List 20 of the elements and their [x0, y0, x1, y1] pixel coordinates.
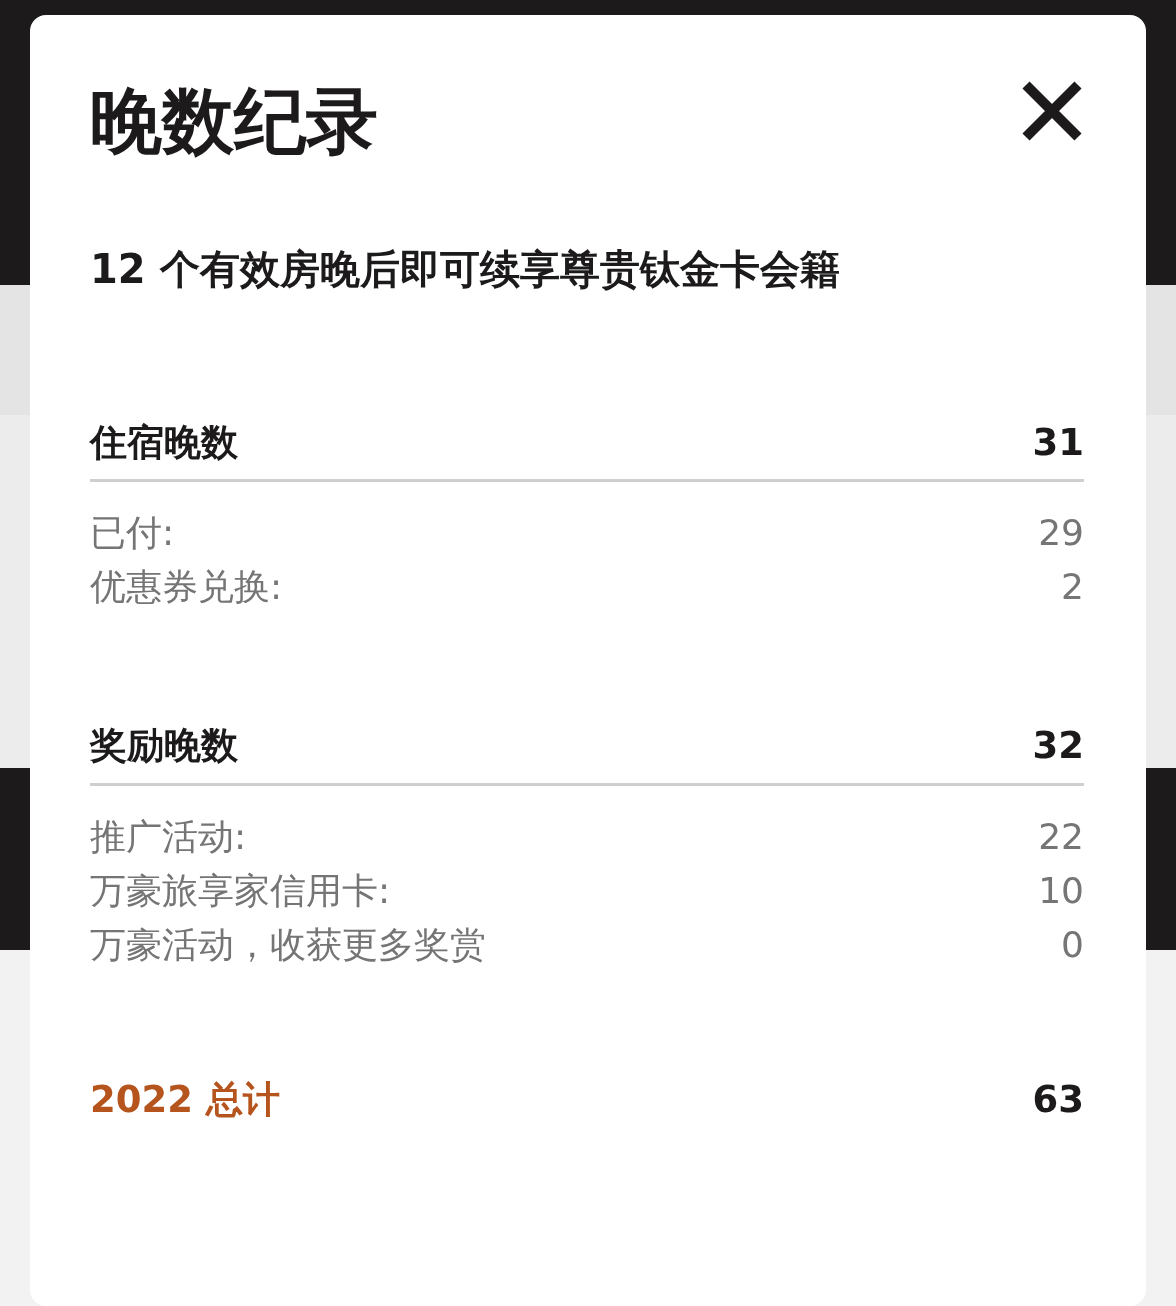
row-value: 10	[1038, 868, 1084, 913]
row-label: 优惠券兑换:	[90, 565, 283, 610]
row-value: 29	[1038, 511, 1084, 556]
subtitle-text: 12 个有效房晚后即可续享尊贵钛金卡会籍	[90, 245, 841, 293]
section-heading: 奖励晚数	[90, 724, 238, 769]
row-value: 2	[1061, 565, 1084, 610]
row-label: 推广活动:	[90, 814, 247, 859]
close-button[interactable]	[1020, 79, 1084, 143]
total-value: 63	[1032, 1077, 1084, 1123]
dialog-title: 晚数纪录	[90, 85, 378, 157]
row-value: 22	[1038, 814, 1084, 859]
section-total: 31	[1032, 421, 1084, 466]
close-icon	[1020, 79, 1084, 143]
row-label: 已付:	[90, 511, 175, 556]
total-label: 2022 总计	[90, 1076, 280, 1123]
row-label: 万豪旅享家信用卡:	[90, 868, 391, 913]
section-heading: 住宿晚数	[90, 421, 238, 466]
row-label: 万豪活动，收获更多奖赏	[90, 922, 486, 967]
row-value: 0	[1061, 922, 1084, 967]
section-total: 32	[1032, 724, 1084, 769]
